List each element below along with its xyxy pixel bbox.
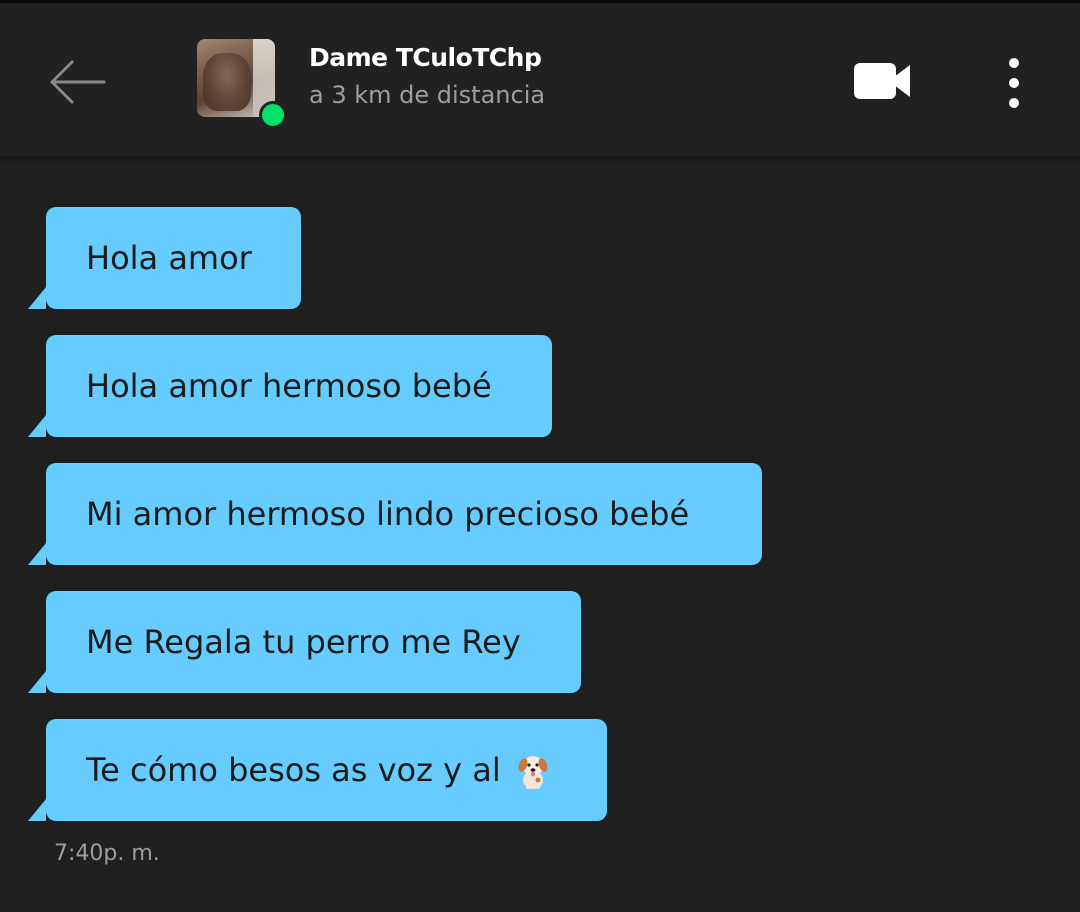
message-bubble[interactable]: Hola amor: [28, 207, 301, 309]
arrow-left-icon: [50, 60, 106, 104]
message-bubble[interactable]: Hola amor hermoso bebé: [28, 335, 552, 437]
back-button[interactable]: [46, 53, 108, 111]
message-text: Mi amor hermoso lindo precioso bebé: [86, 495, 690, 533]
message-text: Te cómo besos as voz y al: [86, 751, 501, 789]
message-text: Me Regala tu perro me Rey: [86, 623, 521, 661]
message-bubble[interactable]: Te cómo besos as voz y al: [28, 719, 607, 821]
message-text: Hola amor hermoso bebé: [86, 367, 492, 405]
contact-avatar[interactable]: [197, 39, 287, 129]
message-list: Hola amor Hola amor hermoso bebé Mi amor…: [0, 156, 1080, 912]
chat-header: Dame TCuloTChp a 3 km de distancia: [0, 0, 1080, 156]
message-bubble[interactable]: Mi amor hermoso lindo precioso bebé: [28, 463, 762, 565]
video-call-button[interactable]: [850, 55, 914, 107]
message-text: Hola amor: [86, 239, 252, 277]
message-timestamp: 7:40p. m.: [54, 841, 160, 866]
contact-distance: a 3 km de distancia: [309, 81, 546, 109]
message-bubble[interactable]: Me Regala tu perro me Rey: [28, 591, 581, 693]
more-vertical-icon: [1009, 58, 1019, 108]
online-status-dot: [259, 101, 287, 129]
dog-face-icon: [518, 756, 548, 789]
video-camera-icon: [854, 63, 910, 99]
contact-name[interactable]: Dame TCuloTChp: [309, 43, 542, 72]
more-options-button[interactable]: [996, 51, 1032, 115]
